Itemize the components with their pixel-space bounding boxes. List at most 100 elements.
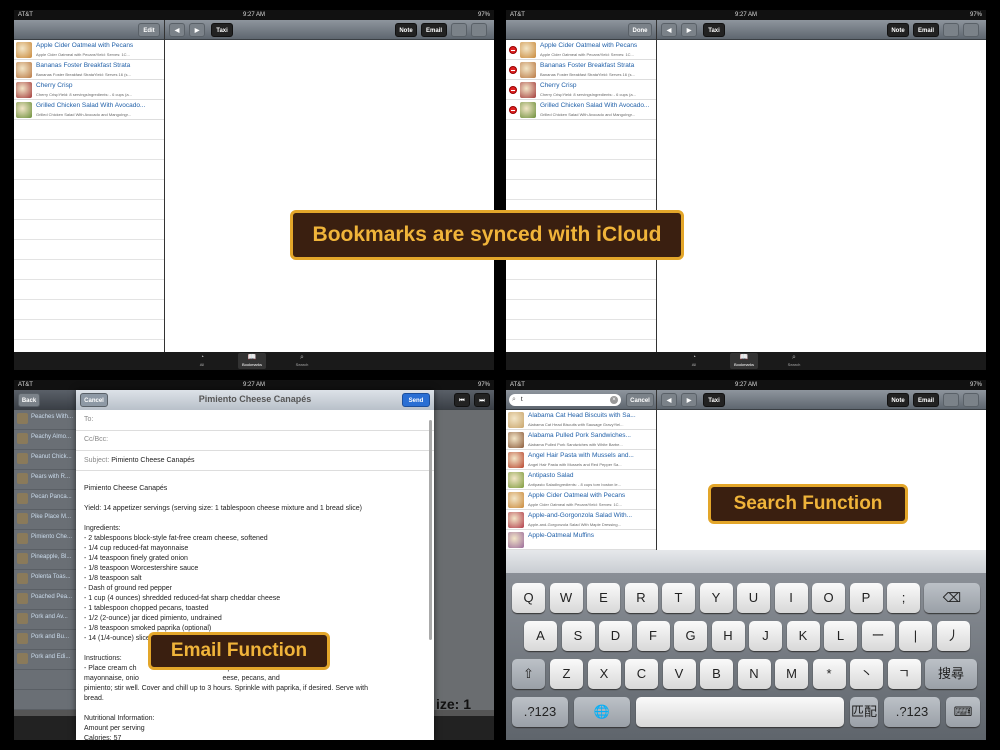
note-button[interactable]: Note: [395, 23, 417, 37]
prev-button[interactable]: [943, 393, 959, 407]
key[interactable]: R: [624, 583, 658, 613]
scrollbar[interactable]: [429, 420, 432, 640]
key[interactable]: H: [711, 621, 745, 651]
key[interactable]: *: [812, 659, 846, 689]
delete-icon[interactable]: [509, 106, 517, 114]
search-input[interactable]: ⌕ t ×: [509, 394, 621, 406]
key[interactable]: M: [775, 659, 808, 689]
backspace-key[interactable]: ⌫: [924, 583, 980, 613]
send-button[interactable]: Send: [402, 393, 430, 407]
prev-button[interactable]: [943, 23, 959, 37]
list-item[interactable]: Cherry Crisp Cherry CrispYield: 8 serving…: [14, 80, 164, 100]
tab-bookmarks[interactable]: 📖 Bookmarks: [238, 353, 266, 369]
list-item[interactable]: Apple Cider Oatmeal with Pecans Apple Cid…: [14, 40, 164, 60]
key[interactable]: ;: [887, 583, 920, 613]
list-item[interactable]: Antipasto Salad Antipasto SaladIngredient…: [506, 470, 656, 490]
tab-search[interactable]: ⌕ Search: [780, 353, 808, 369]
numbers-key[interactable]: .?123: [512, 697, 568, 727]
next-button[interactable]: [471, 23, 487, 37]
key[interactable]: D: [599, 621, 632, 651]
delete-icon[interactable]: [509, 86, 517, 94]
key[interactable]: W: [549, 583, 583, 613]
key[interactable]: U: [737, 583, 770, 613]
to-field[interactable]: To:: [84, 416, 93, 423]
key[interactable]: ー: [861, 621, 895, 651]
prev-button[interactable]: ⏮: [454, 393, 470, 407]
list-item[interactable]: Apple-and-Gorgonzola Salad With... Apple-…: [506, 510, 656, 530]
back-arrow-button[interactable]: ◀: [169, 23, 185, 37]
key[interactable]: L: [824, 621, 857, 651]
key[interactable]: T: [662, 583, 695, 613]
shift-key[interactable]: ⇧: [512, 659, 545, 689]
tab-bookmarks[interactable]: 📖 Bookmarks: [730, 353, 758, 369]
next-button[interactable]: [963, 393, 979, 407]
cc-field[interactable]: Cc/Bcc:: [84, 436, 108, 443]
note-button[interactable]: Note: [887, 23, 909, 37]
back-button[interactable]: Back: [18, 393, 40, 407]
key[interactable]: V: [662, 659, 696, 689]
next-button[interactable]: ⏭: [474, 393, 490, 407]
key[interactable]: 丶: [850, 659, 883, 689]
list-item[interactable]: Alabama Cat Head Biscuits with Sa... Alab…: [506, 410, 656, 430]
taxi-button[interactable]: Taxi: [703, 23, 725, 37]
key[interactable]: J: [749, 621, 782, 651]
tab-all[interactable]: ◔ All: [188, 353, 216, 369]
key[interactable]: 丿: [936, 621, 970, 651]
forward-arrow-button[interactable]: ▶: [189, 23, 205, 37]
subject-field[interactable]: Subject: Pimiento Cheese Canapés: [84, 457, 195, 464]
key[interactable]: K: [786, 621, 820, 651]
forward-arrow-button[interactable]: ▶: [681, 23, 697, 37]
email-button[interactable]: Email: [913, 23, 939, 37]
list-item[interactable]: Grilled Chicken Salad With Avocado... Gri…: [14, 100, 164, 120]
clear-icon[interactable]: ×: [610, 396, 618, 404]
note-button[interactable]: Note: [887, 393, 909, 407]
key[interactable]: Y: [699, 583, 733, 613]
email-button[interactable]: Email: [913, 393, 939, 407]
list-item[interactable]: Apple-Oatmeal Muffins: [506, 530, 656, 550]
list-item[interactable]: Apple Cider Oatmeal with Pecans Apple Cid…: [506, 40, 656, 60]
space-key[interactable]: [636, 697, 844, 727]
cancel-button[interactable]: Cancel: [626, 393, 654, 407]
hide-keyboard-key[interactable]: ⌨: [946, 697, 980, 727]
key[interactable]: O: [812, 583, 845, 613]
tab-all[interactable]: ◔ All: [680, 353, 708, 369]
tab-search[interactable]: ⌕ Search: [288, 353, 316, 369]
globe-key[interactable]: 🌐: [574, 697, 630, 727]
list-item[interactable]: Apple Cider Oatmeal with Pecans Apple Cid…: [506, 490, 656, 510]
lang-key[interactable]: 匹配: [850, 697, 878, 727]
key[interactable]: C: [625, 659, 658, 689]
back-arrow-button[interactable]: ◀: [661, 393, 677, 407]
taxi-button[interactable]: Taxi: [211, 23, 233, 37]
key[interactable]: E: [587, 583, 620, 613]
numbers-key[interactable]: .?123: [884, 697, 940, 727]
delete-icon[interactable]: [509, 46, 517, 54]
back-arrow-button[interactable]: ◀: [661, 23, 677, 37]
key[interactable]: A: [524, 621, 557, 651]
key[interactable]: I: [774, 583, 808, 613]
prev-button[interactable]: [451, 23, 467, 37]
forward-arrow-button[interactable]: ▶: [681, 393, 697, 407]
list-item[interactable]: Angel Hair Pasta with Mussels and... Ange…: [506, 450, 656, 470]
key[interactable]: S: [561, 621, 595, 651]
list-item[interactable]: Bananas Foster Breakfast Strata Bananas F…: [14, 60, 164, 80]
next-button[interactable]: [963, 23, 979, 37]
key[interactable]: F: [636, 621, 670, 651]
list-item[interactable]: Bananas Foster Breakfast Strata Bananas F…: [506, 60, 656, 80]
edit-button[interactable]: Edit: [138, 23, 160, 37]
key[interactable]: G: [674, 621, 707, 651]
delete-icon[interactable]: [509, 66, 517, 74]
key[interactable]: |: [899, 621, 932, 651]
key[interactable]: Z: [550, 659, 583, 689]
key[interactable]: ㄱ: [887, 659, 921, 689]
key[interactable]: X: [587, 659, 621, 689]
list-item[interactable]: Grilled Chicken Salad With Avocado... Gri…: [506, 100, 656, 120]
list-item[interactable]: Cherry Crisp Cherry CrispYield: 8 serving…: [506, 80, 656, 100]
done-button[interactable]: Done: [628, 23, 652, 37]
key[interactable]: B: [700, 659, 733, 689]
key[interactable]: 搜尋: [925, 659, 977, 689]
email-body[interactable]: Pimiento Cheese Canapés Yield: 14 appeti…: [84, 484, 426, 740]
taxi-button[interactable]: Taxi: [703, 393, 725, 407]
key[interactable]: P: [849, 583, 883, 613]
key[interactable]: Q: [512, 583, 545, 613]
key[interactable]: N: [737, 659, 771, 689]
